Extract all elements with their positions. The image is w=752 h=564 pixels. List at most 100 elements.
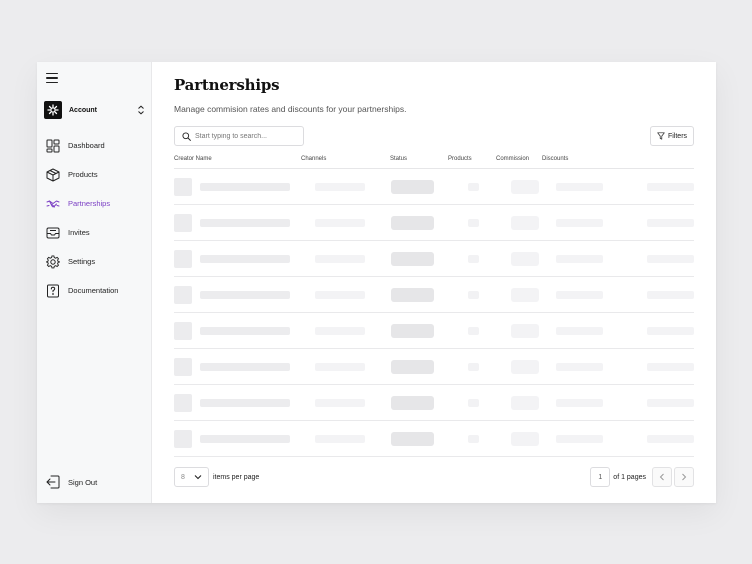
filters-label: Filters	[667, 132, 688, 140]
page-number-input[interactable]	[590, 467, 611, 487]
sidebar-item-label: Settings	[68, 257, 96, 266]
skeleton-status	[391, 324, 434, 338]
skeleton-discounts	[556, 219, 603, 227]
skeleton-commission	[511, 432, 539, 446]
skeleton-creator-name	[200, 291, 290, 299]
main-content: Partnerships Manage commision rates and …	[152, 62, 716, 503]
table-row[interactable]	[174, 277, 694, 313]
next-page-button[interactable]	[674, 467, 694, 487]
skeleton-products	[468, 291, 479, 299]
table-row[interactable]	[174, 385, 694, 421]
sign-out-button[interactable]: Sign Out	[46, 475, 97, 489]
column-header-status[interactable]: Status	[390, 156, 407, 162]
skeleton-channels	[315, 291, 365, 299]
skeleton-creator-name	[200, 327, 290, 335]
skeleton-products	[468, 219, 479, 227]
skeleton-channels	[315, 327, 365, 335]
sidebar-item-products[interactable]: Products	[46, 160, 146, 189]
sidebar-item-partnerships[interactable]: Partnerships	[46, 189, 146, 218]
page-title: Partnerships	[174, 76, 280, 94]
skeleton-commission	[511, 180, 539, 194]
search-icon	[182, 131, 191, 141]
items-per-page-select[interactable]: 8	[174, 467, 209, 487]
skeleton-status	[391, 252, 434, 266]
skeleton-creator-name	[200, 363, 290, 371]
items-per-page-label: items per page	[213, 473, 260, 481]
account-switcher[interactable]: Account	[44, 101, 145, 119]
skeleton-channels	[315, 219, 365, 227]
skeleton-discounts	[556, 399, 603, 407]
sidebar-item-label: Dashboard	[68, 141, 105, 150]
skeleton-products	[468, 255, 479, 263]
skeleton-discounts	[556, 327, 603, 335]
box-icon	[46, 168, 60, 181]
skeleton-commission	[511, 324, 539, 338]
sidebar-item-invites[interactable]: Invites	[46, 218, 146, 247]
skeleton-avatar	[174, 394, 192, 412]
skeleton-status	[391, 288, 434, 302]
skeleton-channels	[315, 255, 365, 263]
skeleton-discounts	[556, 435, 603, 443]
search-box[interactable]	[174, 126, 304, 146]
skeleton-creator-name	[200, 435, 290, 443]
table-row[interactable]	[174, 421, 694, 457]
sidebar-item-settings[interactable]: Settings	[46, 247, 146, 276]
sidebar: Account Dashboard Products Partnerships …	[37, 62, 152, 503]
table-row[interactable]	[174, 313, 694, 349]
skeleton-channels	[315, 183, 365, 191]
column-header-creator-name[interactable]: Creator Name	[174, 156, 212, 162]
table-row[interactable]	[174, 169, 694, 205]
skeleton-actions	[647, 183, 694, 191]
skeleton-creator-name	[200, 255, 290, 263]
column-header-commission[interactable]: Commission	[496, 156, 529, 162]
page-subtitle: Manage commision rates and discounts for…	[174, 104, 407, 114]
column-header-products[interactable]: Products	[448, 156, 472, 162]
sign-out-icon	[46, 475, 60, 489]
skeleton-avatar	[174, 214, 192, 232]
table-body	[174, 169, 694, 457]
gear-icon	[46, 254, 60, 268]
column-header-discounts[interactable]: Discounts	[542, 156, 568, 162]
account-label: Account	[69, 106, 97, 114]
filter-icon	[657, 132, 665, 140]
column-header-channels[interactable]: Channels	[301, 156, 326, 162]
search-input[interactable]	[195, 132, 295, 140]
skeleton-creator-name	[200, 183, 290, 191]
skeleton-commission	[511, 396, 539, 410]
skeleton-products	[468, 327, 479, 335]
handshake-icon	[46, 200, 60, 207]
dashboard-icon	[46, 139, 60, 152]
skeleton-discounts	[556, 183, 603, 191]
skeleton-status	[391, 396, 434, 410]
skeleton-channels	[315, 363, 365, 371]
filters-button[interactable]: Filters	[650, 126, 694, 146]
hamburger-menu-icon[interactable]	[46, 72, 58, 84]
table-row[interactable]	[174, 349, 694, 385]
skeleton-commission	[511, 288, 539, 302]
inbox-icon	[46, 227, 60, 238]
app-window: Account Dashboard Products Partnerships …	[37, 62, 716, 503]
table-row[interactable]	[174, 241, 694, 277]
table-row[interactable]	[174, 205, 694, 241]
skeleton-avatar	[174, 358, 192, 376]
page-count-label: of 1 pages	[613, 473, 646, 481]
skeleton-discounts	[556, 255, 603, 263]
skeleton-products	[468, 435, 479, 443]
previous-page-button[interactable]	[652, 467, 672, 487]
skeleton-actions	[647, 219, 694, 227]
sidebar-item-documentation[interactable]: Documentation	[46, 276, 146, 305]
items-per-page-value: 8	[181, 473, 185, 481]
sidebar-item-label: Products	[68, 170, 98, 179]
sidebar-item-label: Invites	[68, 228, 90, 237]
skeleton-creator-name	[200, 399, 290, 407]
skeleton-avatar	[174, 322, 192, 340]
skeleton-status	[391, 432, 434, 446]
skeleton-avatar	[174, 430, 192, 448]
sidebar-nav: Dashboard Products Partnerships Invites …	[46, 131, 146, 305]
skeleton-actions	[647, 363, 694, 371]
skeleton-products	[468, 183, 479, 191]
skeleton-products	[468, 399, 479, 407]
account-logo-icon	[44, 101, 62, 119]
skeleton-actions	[647, 255, 694, 263]
sidebar-item-dashboard[interactable]: Dashboard	[46, 131, 146, 160]
